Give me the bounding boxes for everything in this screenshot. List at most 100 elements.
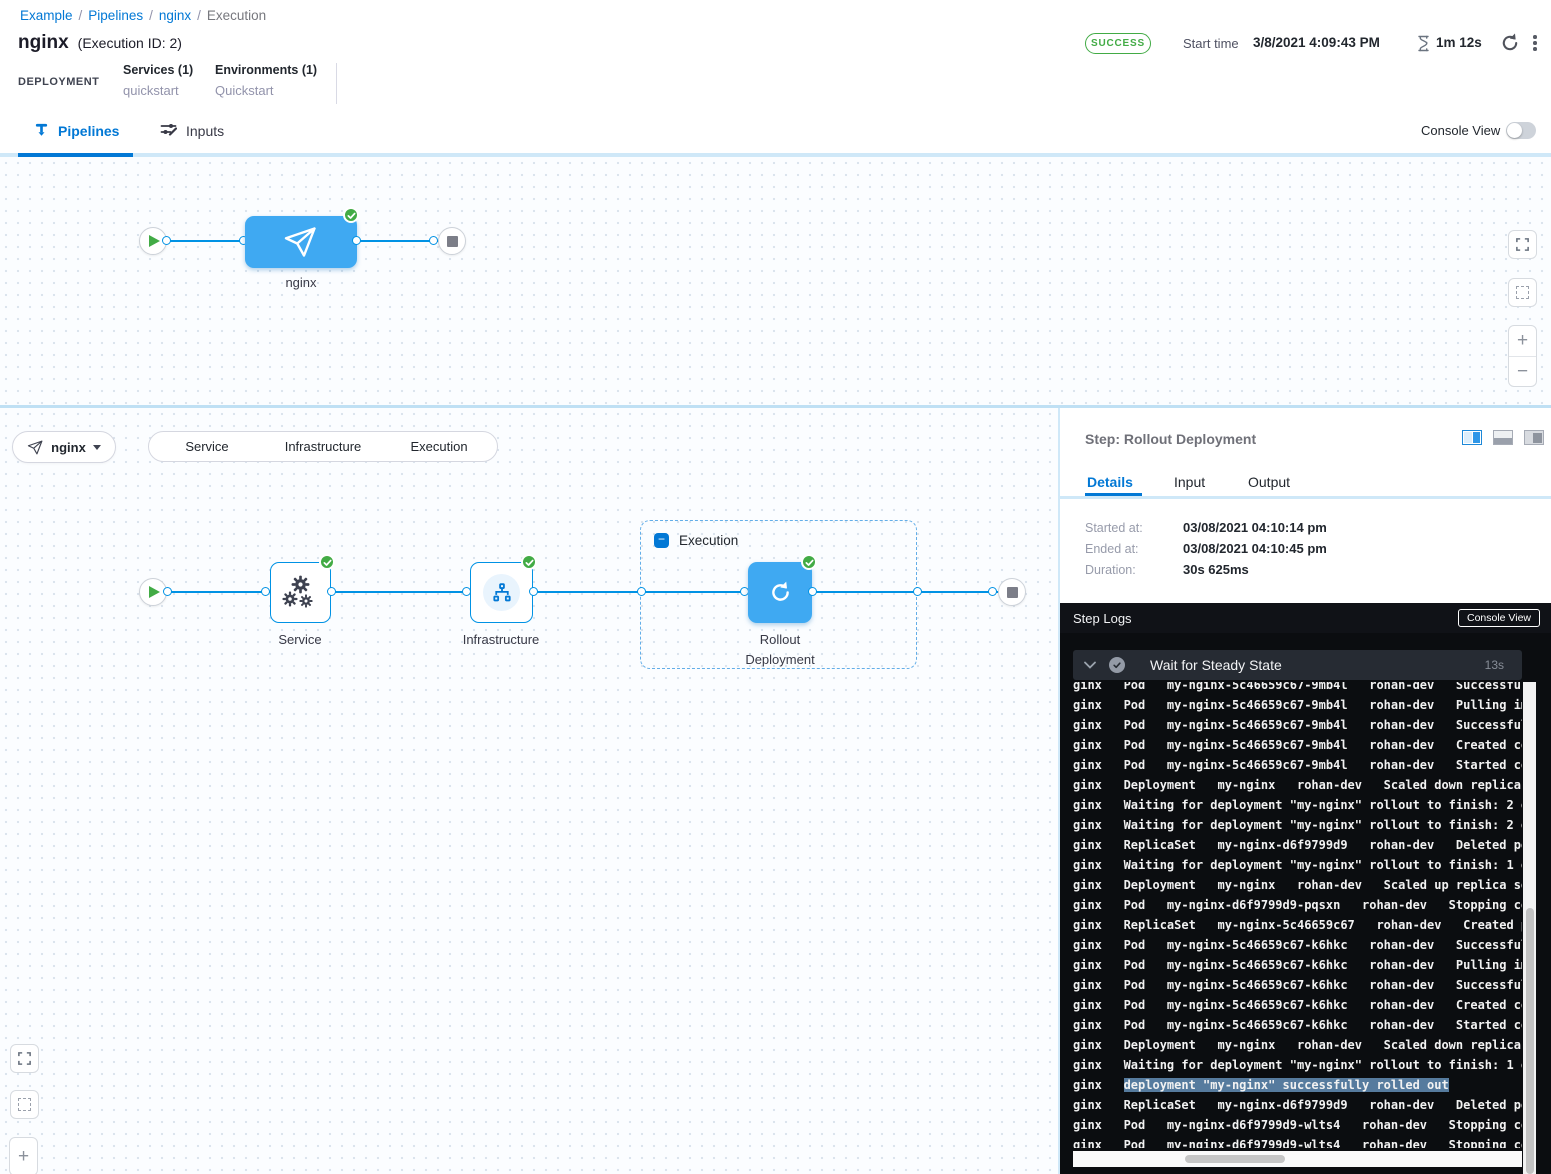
log-line: ginx Pod my-nginx-5c46659c67-k6hkc rohan…	[1073, 995, 1522, 1015]
tab-details[interactable]: Details	[1087, 474, 1133, 490]
log-section-header[interactable]: Wait for Steady State 13s	[1073, 650, 1522, 680]
more-options-button[interactable]	[1528, 33, 1542, 53]
execution-id-label: (Execution ID: 2)	[78, 35, 182, 51]
step-label-service: Service	[255, 632, 345, 647]
pipeline-end-node[interactable]	[438, 227, 466, 255]
pipeline-node-nginx[interactable]	[245, 216, 357, 268]
edge-connector	[637, 587, 646, 596]
breadcrumb-current: Execution	[207, 8, 266, 23]
stage-selector-dropdown[interactable]: nginx	[12, 431, 116, 463]
log-line: ginx Waiting for deployment "my-nginx" r…	[1073, 815, 1522, 835]
layout-panel-button[interactable]	[1524, 430, 1544, 445]
step-node-infrastructure[interactable]	[470, 562, 533, 623]
play-icon	[149, 586, 160, 598]
step-success-icon	[1109, 657, 1125, 673]
selection-mode-button[interactable]	[10, 1090, 39, 1119]
paper-plane-icon	[283, 224, 319, 260]
success-check-badge	[801, 554, 817, 570]
edge-connector	[913, 587, 922, 596]
log-line: ginx Pod my-nginx-5c46659c67-9mb4l rohan…	[1073, 755, 1522, 775]
log-line: ginx Pod my-nginx-5c46659c67-9mb4l rohan…	[1073, 735, 1522, 755]
pill-execution[interactable]: Execution	[381, 439, 497, 454]
pipeline-canvas[interactable]: nginx + −	[0, 157, 1551, 405]
breadcrumb-link-pipelines[interactable]: Pipelines	[88, 8, 143, 23]
zoom-in-button[interactable]: +	[1509, 326, 1536, 356]
scrollbar-thumb[interactable]	[1185, 1155, 1285, 1163]
success-check-badge	[319, 554, 335, 570]
tab-output[interactable]: Output	[1248, 474, 1290, 490]
pill-infrastructure[interactable]: Infrastructure	[265, 439, 381, 454]
step-label-rollout-line2: Deployment	[730, 652, 830, 667]
log-line: ginx Deployment my-nginx rohan-dev Scale…	[1073, 775, 1522, 795]
step-logs-title: Step Logs	[1073, 611, 1132, 626]
console-view-toggle[interactable]	[1506, 122, 1536, 139]
tab-pipelines[interactable]: Pipelines	[34, 121, 119, 140]
breadcrumb-link-example[interactable]: Example	[20, 8, 73, 23]
log-line: ginx Waiting for deployment "my-nginx" r…	[1073, 1055, 1522, 1075]
zoom-out-button[interactable]: −	[1509, 356, 1536, 386]
step-panel-title: Step: Rollout Deployment	[1085, 431, 1256, 447]
pipelines-icon	[34, 121, 49, 140]
paper-plane-icon	[27, 439, 44, 456]
breadcrumb-link-nginx[interactable]: nginx	[159, 8, 191, 23]
log-line: ginx ReplicaSet my-nginx-d6f9799d9 rohan…	[1073, 835, 1522, 855]
page-title: nginx	[18, 32, 69, 54]
tab-bottom-band	[1060, 496, 1551, 499]
stage-end-node[interactable]	[998, 578, 1026, 606]
infrastructure-icon	[483, 574, 520, 611]
environments-summary[interactable]: Environments (1) Quickstart	[215, 63, 317, 98]
rollout-refresh-icon	[769, 581, 792, 604]
log-line: ginx Waiting for deployment "my-nginx" r…	[1073, 855, 1522, 875]
zoom-controls: + −	[1508, 325, 1537, 387]
log-horizontal-scrollbar[interactable]	[1073, 1151, 1522, 1167]
view-tabbar: Pipelines Inputs Console View	[0, 108, 1551, 157]
step-node-service[interactable]	[270, 562, 331, 623]
duration-value: 30s 625ms	[1183, 562, 1249, 577]
application-window: Example/Pipelines/nginx/Execution nginx …	[0, 0, 1551, 1174]
panel-layout-switcher	[1462, 430, 1544, 445]
gears-icon	[280, 572, 322, 614]
pill-service[interactable]: Service	[149, 439, 265, 454]
stop-icon	[1007, 587, 1018, 598]
log-vertical-scrollbar[interactable]	[1523, 682, 1536, 1174]
breadcrumb: Example/Pipelines/nginx/Execution	[18, 8, 266, 23]
selection-icon	[1516, 286, 1529, 299]
fit-to-screen-button[interactable]	[10, 1044, 39, 1073]
log-line: ginx Pod my-nginx-5c46659c67-9mb4l rohan…	[1073, 695, 1522, 715]
console-view-label: Console View	[1421, 123, 1500, 138]
tab-inputs[interactable]: Inputs	[160, 121, 224, 140]
log-lines[interactable]: ginx Pod my-nginx-5c46659c67-9mb4l rohan…	[1073, 682, 1522, 1148]
environments-value: Quickstart	[215, 83, 317, 98]
layout-bottom-button[interactable]	[1493, 430, 1513, 445]
edge-connector	[988, 587, 997, 596]
edge-connector	[261, 587, 270, 596]
started-at-value: 03/08/2021 04:10:14 pm	[1183, 520, 1327, 535]
start-time-value: 3/8/2021 4:09:43 PM	[1253, 35, 1380, 50]
stage-canvas[interactable]: nginx Service Infrastructure Execution −…	[0, 408, 1058, 1174]
edge-connector	[529, 587, 538, 596]
scrollbar-thumb[interactable]	[1526, 908, 1534, 1174]
step-logs-header: Step Logs Console View	[1060, 603, 1551, 633]
header-divider	[336, 63, 337, 104]
services-value: quickstart	[123, 83, 193, 98]
step-label-infrastructure: Infrastructure	[451, 632, 551, 647]
breadcrumb-separator: /	[197, 8, 201, 23]
log-line: ginx ReplicaSet my-nginx-5c46659c67 roha…	[1073, 915, 1522, 935]
edge-connector	[162, 236, 171, 245]
title-row: nginx (Execution ID: 2)	[18, 32, 182, 54]
ended-at-value: 03/08/2021 04:10:45 pm	[1183, 541, 1327, 556]
collapse-group-button[interactable]: −	[654, 533, 669, 548]
environments-count-label: Environments (1)	[215, 63, 317, 77]
edge-connector	[352, 236, 361, 245]
console-view-button[interactable]: Console View	[1458, 609, 1540, 627]
fit-to-screen-button[interactable]	[1508, 230, 1537, 259]
start-time-label: Start time	[1183, 36, 1239, 51]
tab-input[interactable]: Input	[1174, 474, 1205, 490]
step-node-rollout-deployment[interactable]	[748, 562, 812, 623]
selection-mode-button[interactable]	[1508, 278, 1537, 307]
services-summary[interactable]: Services (1) quickstart	[123, 63, 193, 98]
zoom-in-button[interactable]: +	[10, 1138, 37, 1174]
layout-split-right-button[interactable]	[1462, 430, 1482, 445]
refresh-button[interactable]	[1500, 33, 1520, 53]
log-line: ginx Pod my-nginx-5c46659c67-k6hkc rohan…	[1073, 955, 1522, 975]
